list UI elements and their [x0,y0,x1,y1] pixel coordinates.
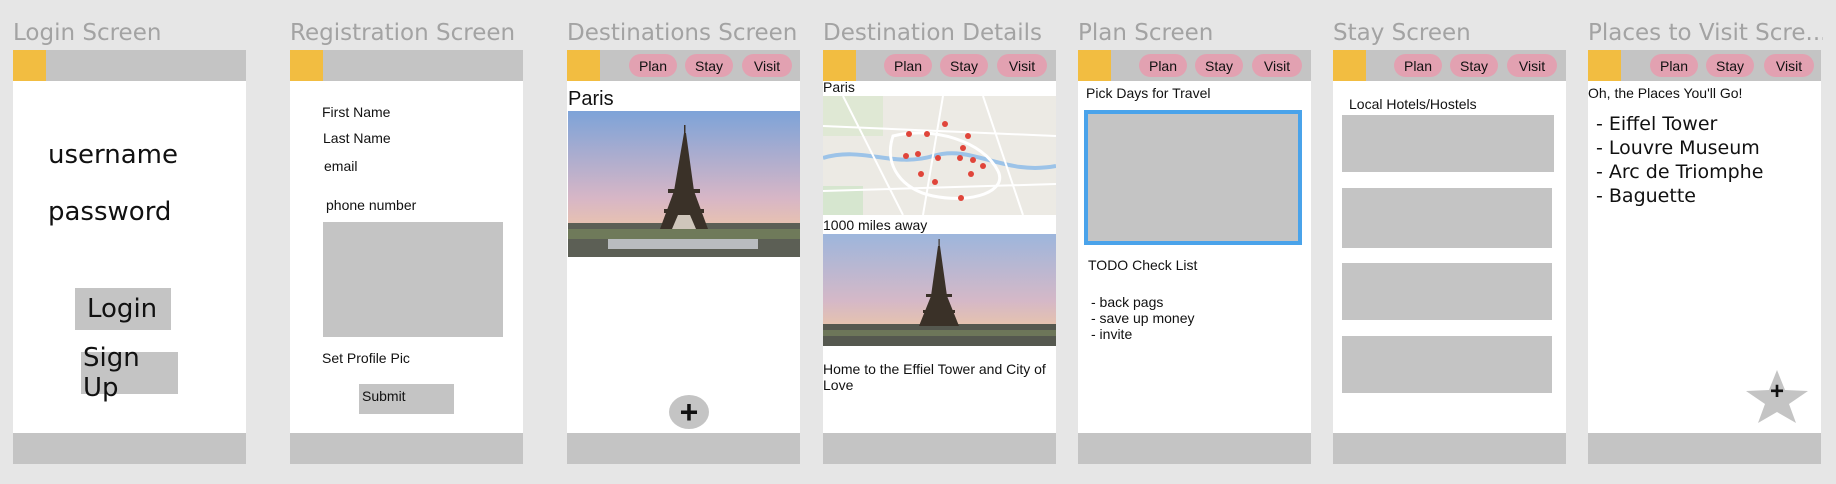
todo-item[interactable]: - back pags [1091,294,1195,310]
last-name-field[interactable]: Last Name [323,130,391,146]
profile-pic-placeholder[interactable] [323,222,503,337]
hotel-card[interactable] [1342,263,1552,320]
registration-screen-title: Registration Screen [290,20,516,46]
top-bar: Plan Stay Visit [1078,50,1311,81]
distance-label: 1000 miles away [823,217,928,233]
logo[interactable] [823,50,856,81]
top-bar [290,50,523,81]
plan-screen-title: Plan Screen [1078,20,1214,46]
registration-screen-frame: First Name Last Name email phone number … [290,50,523,464]
login-button[interactable]: Login [75,288,171,330]
hotel-card[interactable] [1342,336,1552,393]
hotel-card[interactable] [1342,188,1552,248]
username-label: username [48,140,178,170]
first-name-field[interactable]: First Name [322,104,390,120]
destination-description: Home to the Effiel Tower and City of Lov… [823,361,1046,393]
calendar-picker[interactable] [1084,110,1302,245]
top-bar: Plan Stay Visit [567,50,800,81]
nav-visit-button[interactable]: Visit [1507,54,1557,77]
eiffel-tower-image [823,234,1056,346]
nav-stay-button[interactable]: Stay [685,54,733,77]
nav-visit-button[interactable]: Visit [1764,54,1814,77]
logo[interactable] [1333,50,1366,81]
todo-title: TODO Check List [1088,257,1198,273]
set-profile-pic-label: Set Profile Pic [322,350,410,366]
destinations-screen-frame: Plan Stay Visit Paris + [567,50,800,464]
eiffel-tower-photo[interactable] [568,111,800,257]
nav-visit-button[interactable]: Visit [742,54,792,77]
bottom-bar [290,433,523,464]
nav-plan-button[interactable]: Plan [884,54,932,77]
login-screen-frame: username password Login Sign Up [13,50,246,464]
logo[interactable] [567,50,600,81]
nav-visit-button[interactable]: Visit [997,54,1047,77]
todo-list: - back pags - save up money - invite [1091,294,1195,342]
plan-screen-frame: Plan Stay Visit Pick Days for Travel TOD… [1078,50,1311,464]
nav-plan-button[interactable]: Plan [1394,54,1442,77]
places-subtitle: Oh, the Places You'll Go! [1588,85,1743,101]
plus-icon: + [1769,378,1784,405]
bottom-bar [13,433,246,464]
destination-details-screen-frame: Plan Stay Visit Paris 1000 miles away Ho… [823,50,1056,464]
place-item[interactable]: - Baguette [1596,184,1763,208]
top-bar: Plan Stay Visit [1588,50,1821,81]
destination-details-screen-title: Destination Details ... [823,20,1048,46]
nav-plan-button[interactable]: Plan [629,54,677,77]
hotel-card[interactable] [1342,115,1554,172]
stay-screen-frame: Plan Stay Visit Local Hotels/Hostels [1333,50,1566,464]
logo[interactable] [1078,50,1111,81]
login-screen-title: Login Screen [13,20,162,46]
hotels-label: Local Hotels/Hostels [1349,96,1477,112]
nav-stay-button[interactable]: Stay [1450,54,1498,77]
place-item[interactable]: - Arc de Triomphe [1596,160,1763,184]
nav-stay-button[interactable]: Stay [1706,54,1754,77]
detail-city-label: Paris [823,79,855,95]
nav-stay-button[interactable]: Stay [1195,54,1243,77]
password-label: password [48,197,172,227]
bottom-bar [823,433,1056,464]
bottom-bar [567,433,800,464]
logo[interactable] [13,50,46,81]
bottom-bar [1588,433,1821,464]
place-item[interactable]: - Louvre Museum [1596,136,1763,160]
place-item[interactable]: - Eiffel Tower [1596,112,1763,136]
submit-button[interactable]: Submit [359,384,454,414]
plus-icon: + [679,394,699,430]
nav-visit-button[interactable]: Visit [1252,54,1302,77]
places-list: - Eiffel Tower - Louvre Museum - Arc de … [1596,112,1763,208]
paris-map[interactable] [823,96,1056,215]
logo[interactable] [290,50,323,81]
stay-screen-title: Stay Screen [1333,20,1471,46]
top-bar: Plan Stay Visit [1333,50,1566,81]
top-bar [13,50,246,81]
todo-item[interactable]: - invite [1091,326,1195,342]
bottom-bar [1333,433,1566,464]
places-screen-title: Places to Visit Scre... [1588,20,1823,46]
add-place-button[interactable]: + [1744,368,1810,424]
eiffel-tower-image [568,111,800,257]
eiffel-tower-photo[interactable] [823,234,1056,346]
logo[interactable] [1588,50,1621,81]
nav-plan-button[interactable]: Plan [1650,54,1698,77]
phone-number-field[interactable]: phone number [326,197,416,213]
email-field[interactable]: email [324,158,357,174]
nav-stay-button[interactable]: Stay [940,54,988,77]
map-image [823,96,1056,215]
todo-item[interactable]: - save up money [1091,310,1195,326]
bottom-bar [1078,433,1311,464]
add-destination-button[interactable]: + [669,395,709,429]
top-bar: Plan Stay Visit [823,50,1056,81]
sign-up-button[interactable]: Sign Up [81,343,178,403]
destinations-screen-title: Destinations Screen [567,20,798,46]
destination-city-label: Paris [568,88,614,110]
nav-plan-button[interactable]: Plan [1139,54,1187,77]
places-screen-frame: Plan Stay Visit Oh, the Places You'll Go… [1588,50,1821,464]
pick-days-label: Pick Days for Travel [1086,85,1211,101]
